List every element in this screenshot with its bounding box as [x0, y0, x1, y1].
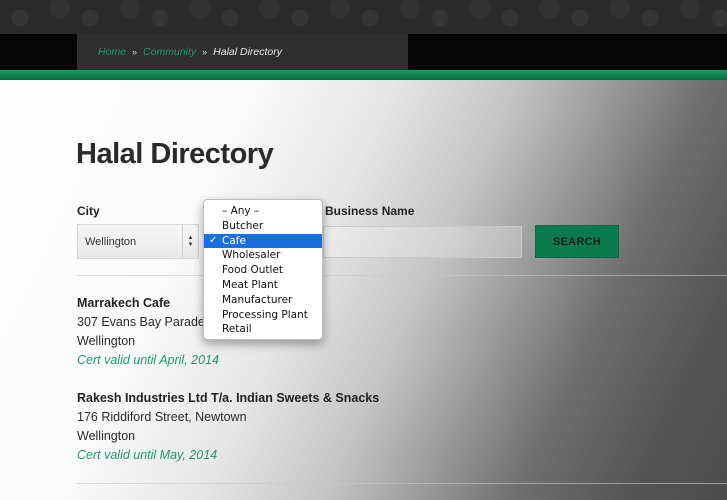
city-select[interactable]: Wellington ▲ ▼ [77, 224, 199, 259]
listing-name: Rakesh Industries Ltd T/a. Indian Sweets… [77, 391, 380, 405]
business-name-label: Business Name [325, 204, 415, 218]
listing-city: Wellington [77, 429, 136, 443]
header-accent-bar [0, 70, 727, 80]
breadcrumb-separator: » [202, 47, 208, 57]
dropdown-option-cafe[interactable]: ✓ Cafe [204, 233, 322, 249]
breadcrumb: Home » Community » Halal Directory [77, 34, 408, 70]
breadcrumb-separator: » [132, 47, 138, 57]
dropdown-option-any[interactable]: – Any – [204, 204, 322, 219]
divider [77, 483, 727, 484]
dropdown-option-butcher[interactable]: Butcher [204, 219, 322, 234]
select-arrows-icon: ▲ ▼ [182, 225, 198, 258]
dropdown-option-wholesaler[interactable]: Wholesaler [204, 248, 322, 263]
listing-address: 176 Riddiford Street, Newtown [77, 410, 247, 424]
divider [77, 275, 727, 276]
breadcrumb-home-link[interactable]: Home [98, 46, 126, 58]
dropdown-option-food-outlet[interactable]: Food Outlet [204, 263, 322, 278]
checkmark-icon: ✓ [209, 234, 218, 246]
page-title: Halal Directory [76, 138, 274, 170]
type-dropdown-menu: – Any – Butcher ✓ Cafe Wholesaler Food Ou… [203, 199, 323, 340]
listing-item: Rakesh Industries Ltd T/a. Indian Sweets… [77, 389, 379, 465]
listing-cert: Cert valid until May, 2014 [77, 448, 218, 462]
listing-cert: Cert valid until April, 2014 [77, 353, 219, 367]
dropdown-option-manufacturer[interactable]: Manufacturer [204, 293, 322, 308]
dropdown-option-retail[interactable]: Retail [204, 322, 322, 337]
search-button[interactable]: SEARCH [535, 225, 619, 258]
breadcrumb-community-link[interactable]: Community [143, 46, 196, 58]
dropdown-option-meat-plant[interactable]: Meat Plant [204, 278, 322, 293]
city-select-value: Wellington [85, 235, 137, 248]
city-label: City [77, 204, 100, 218]
business-name-input[interactable] [323, 226, 522, 258]
breadcrumb-current: Halal Directory [213, 46, 283, 58]
dropdown-option-processing-plant[interactable]: Processing Plant [204, 308, 322, 323]
